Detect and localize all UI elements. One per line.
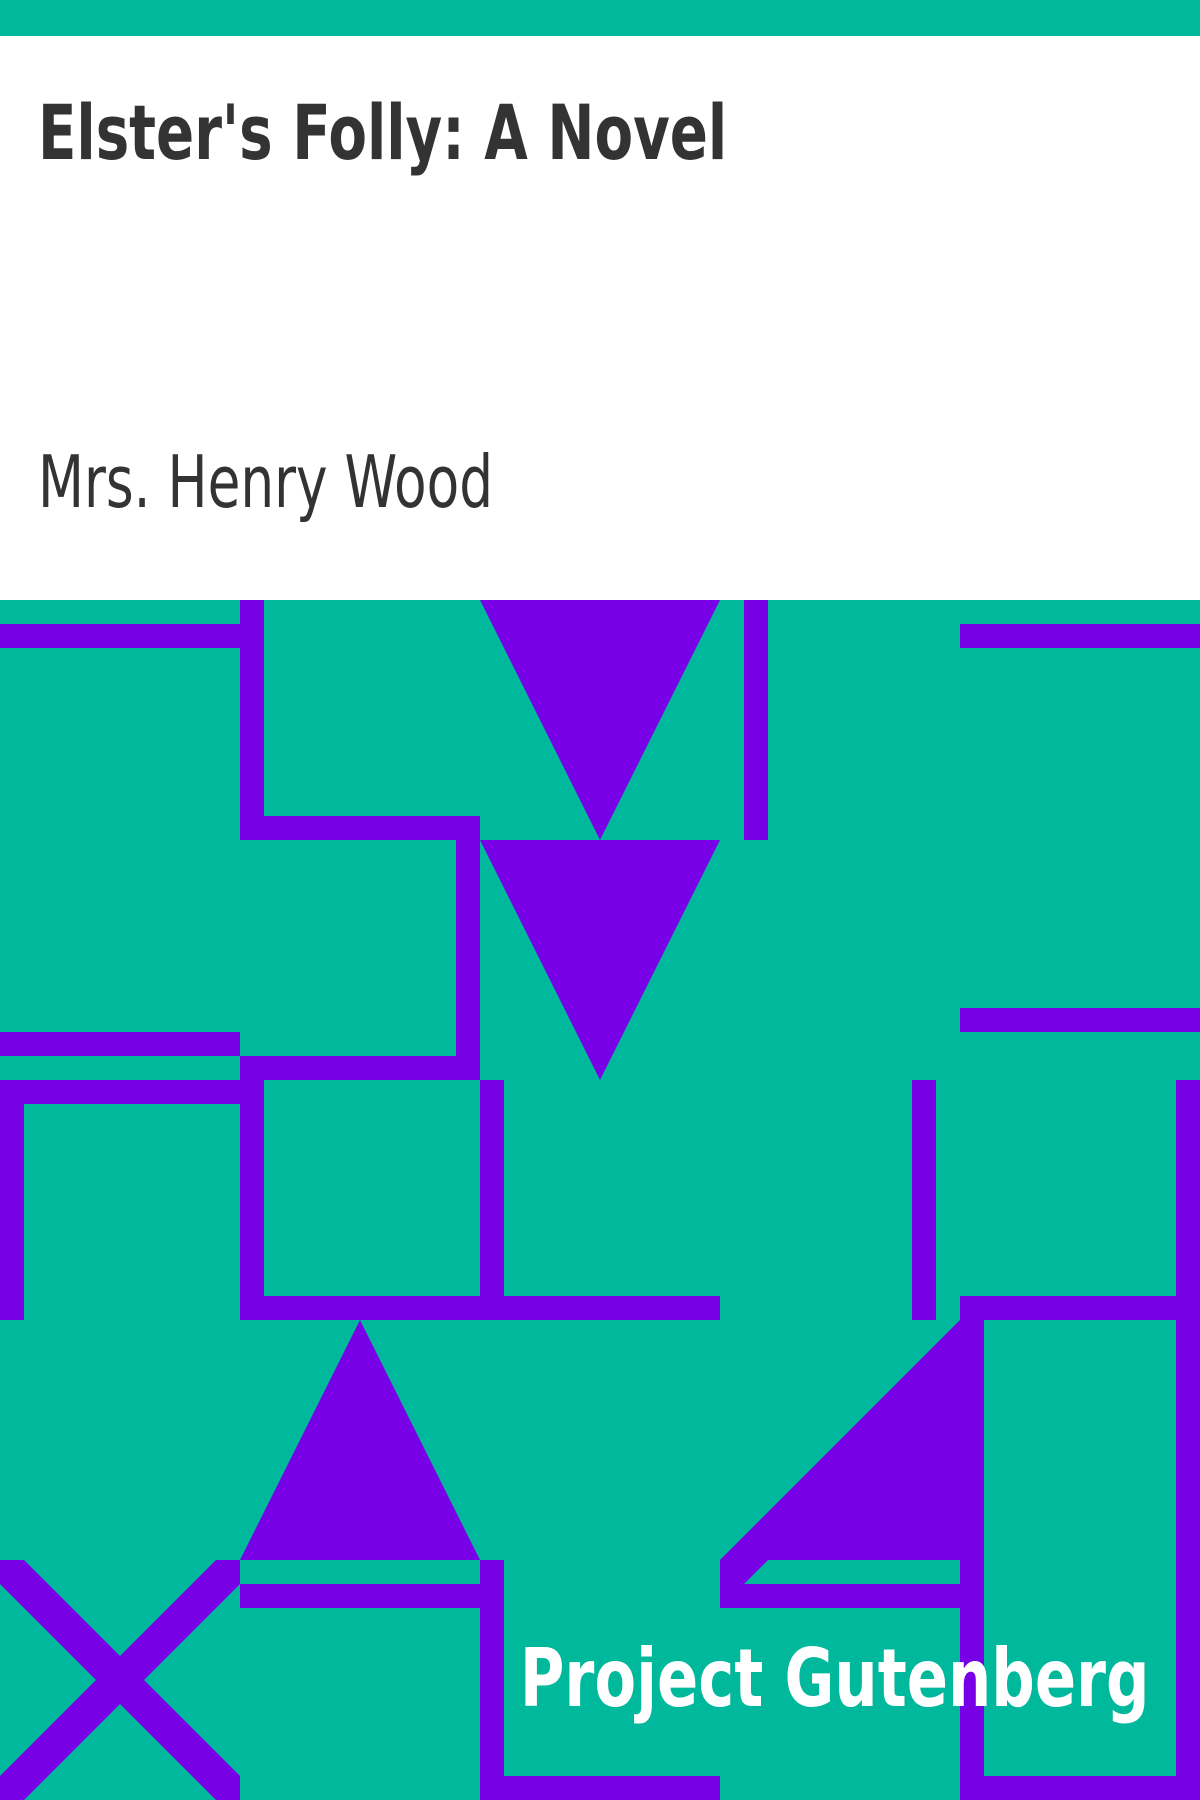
pattern-bar xyxy=(480,1560,504,1800)
pattern-triangle xyxy=(240,1320,480,1560)
pattern-bar xyxy=(960,624,1200,648)
pattern-diagonal xyxy=(744,1344,960,1560)
pattern-bar xyxy=(960,1296,1200,1320)
pattern-bar xyxy=(0,1032,240,1056)
pattern-bar xyxy=(240,1584,480,1608)
pattern-bar xyxy=(240,600,264,840)
pattern-bar xyxy=(240,1056,480,1080)
pattern-bar xyxy=(240,1080,264,1320)
pattern-bar xyxy=(960,1776,1200,1800)
pattern-bar xyxy=(0,1080,240,1104)
publisher-name: Project Gutenberg xyxy=(520,1632,1150,1725)
pattern-bar xyxy=(480,1080,504,1320)
cover-pattern xyxy=(0,600,1200,1800)
pattern-cross xyxy=(0,1560,240,1800)
book-title: Elster's Folly: A Novel xyxy=(38,88,728,177)
pattern-bar xyxy=(960,1320,984,1800)
pattern-triangle xyxy=(480,840,720,1080)
pattern-bar xyxy=(720,1584,960,1608)
pattern-bar xyxy=(456,816,480,1080)
pattern-bar xyxy=(744,600,768,840)
pattern-bar xyxy=(240,816,480,840)
top-band xyxy=(0,0,1200,36)
pattern-bar xyxy=(0,624,240,648)
pattern-bar xyxy=(1176,1080,1200,1320)
pattern-bar xyxy=(1176,1320,1200,1800)
book-author: Mrs. Henry Wood xyxy=(38,440,494,524)
pattern-bar xyxy=(480,1776,720,1800)
pattern-bar xyxy=(912,1080,936,1320)
pattern-bar xyxy=(0,1080,24,1320)
pattern-bar xyxy=(960,1008,1200,1032)
pattern-triangle xyxy=(480,600,720,840)
